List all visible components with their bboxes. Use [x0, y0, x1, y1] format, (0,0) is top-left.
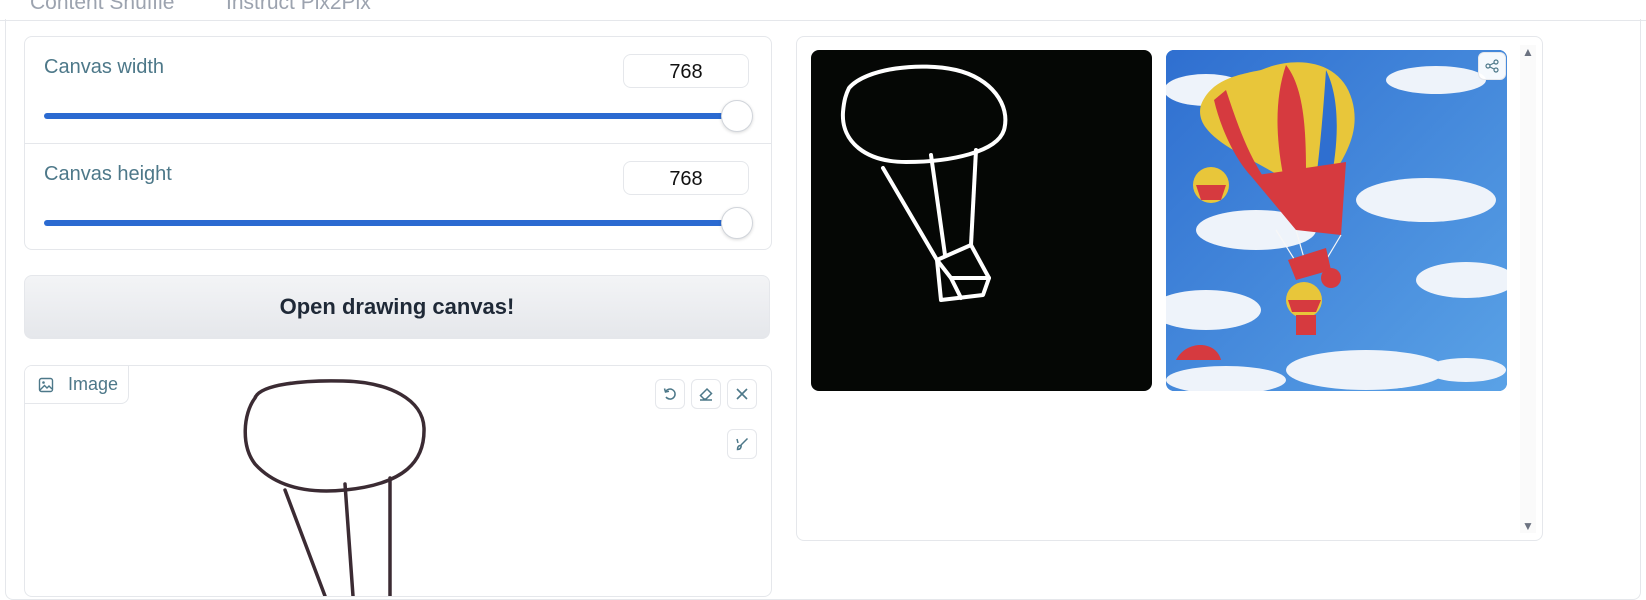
open-drawing-canvas-button[interactable]: Open drawing canvas!: [24, 275, 770, 339]
canvas-height-control: Canvas height 768: [25, 144, 771, 250]
canvas-width-control: Canvas width 768: [25, 37, 771, 144]
share-button[interactable]: [1478, 52, 1506, 80]
close-icon: [736, 388, 748, 400]
tab-instruct-pix2pix[interactable]: Instruct Pix2Pix: [226, 0, 371, 15]
brush-button[interactable]: [727, 429, 757, 459]
scroll-down-icon[interactable]: ▼: [1522, 519, 1534, 533]
gallery-item-sketch[interactable]: [811, 50, 1152, 391]
brush-icon: [736, 437, 749, 451]
sketch-output-image: [840, 64, 1008, 302]
gallery-item-balloon[interactable]: [1166, 50, 1507, 391]
canvas-width-input[interactable]: 768: [623, 54, 749, 88]
canvas-height-label: Canvas height: [44, 163, 172, 185]
image-label-text: Image: [68, 374, 119, 394]
canvas-width-slider-thumb[interactable]: [721, 100, 753, 132]
canvas-height-slider-track[interactable]: [44, 220, 734, 226]
share-icon: [1485, 59, 1499, 73]
canvas-height-input[interactable]: 768: [623, 161, 749, 195]
clear-button[interactable]: [727, 379, 757, 409]
tab-content-shuffle[interactable]: Content Shuffle: [30, 0, 174, 15]
eraser-icon: [699, 387, 713, 401]
eraser-button[interactable]: [691, 379, 721, 409]
undo-button[interactable]: [655, 379, 685, 409]
undo-icon: [663, 388, 676, 400]
canvas-width-label: Canvas width: [44, 56, 165, 78]
scroll-up-icon[interactable]: ▲: [1522, 45, 1534, 59]
image-label-chip: Image: [25, 366, 129, 404]
canvas-height-slider-thumb[interactable]: [721, 207, 753, 239]
canvas-width-slider-track[interactable]: [44, 113, 734, 119]
canvas-size-panel: Canvas width 768 Canvas height 768: [24, 36, 772, 250]
image-icon: [38, 377, 54, 392]
balloon-output-image: [1166, 50, 1507, 391]
tab-bar: Content Shuffle Instruct Pix2Pix: [0, 0, 1646, 21]
gallery-scrollbar[interactable]: ▲ ▼: [1520, 45, 1536, 533]
output-gallery: ▲ ▼: [796, 36, 1543, 541]
image-input-panel: Image: [24, 365, 772, 597]
